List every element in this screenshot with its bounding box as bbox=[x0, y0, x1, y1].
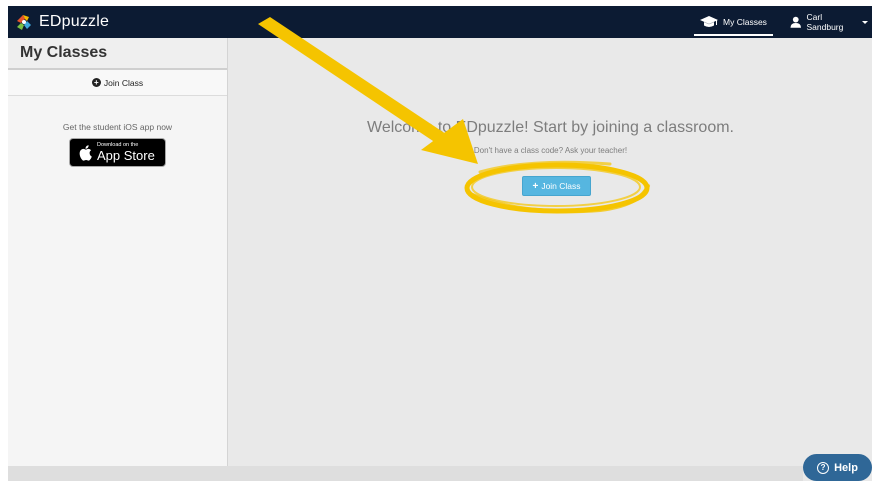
brand-name: EDpuzzle bbox=[39, 13, 110, 30]
puzzle-logo-icon bbox=[17, 15, 31, 30]
app-window: EDpuzzle My Classes Carl Sandburg My Cla… bbox=[8, 6, 872, 481]
main-content: Welcome to EDpuzzle! Start by joining a … bbox=[229, 38, 872, 481]
join-class-button[interactable]: + Join Class bbox=[522, 176, 591, 196]
graduation-cap-icon bbox=[700, 16, 718, 27]
caret-down-icon bbox=[862, 20, 868, 24]
welcome-heading: Welcome to EDpuzzle! Start by joining a … bbox=[367, 119, 734, 136]
brand[interactable]: EDpuzzle bbox=[14, 11, 109, 33]
plus-circle-icon: + bbox=[91, 78, 101, 87]
help-button-label: Help bbox=[834, 461, 858, 474]
join-class-button-label: Join Class bbox=[541, 181, 581, 191]
ios-app-text: Get the student iOS app now bbox=[62, 122, 173, 132]
nav-my-classes-label: My Classes bbox=[723, 17, 767, 27]
bottom-scroll-area bbox=[8, 466, 803, 481]
app-store-text: Download on the App Store bbox=[97, 142, 155, 164]
user-name: Carl Sandburg bbox=[806, 12, 844, 32]
plus-icon: + bbox=[532, 180, 539, 192]
sidebar: My Classes + Join Class Get the student … bbox=[8, 38, 228, 481]
help-button[interactable]: ? Help bbox=[803, 454, 872, 481]
apple-logo-icon bbox=[79, 145, 92, 161]
top-navbar: EDpuzzle My Classes Carl Sandburg bbox=[8, 6, 872, 38]
user-menu[interactable]: Carl Sandburg bbox=[786, 6, 872, 38]
app-store-big-text: App Store bbox=[97, 148, 155, 164]
question-icon: ? bbox=[817, 461, 830, 474]
sidebar-join-class-label: Join Class bbox=[103, 77, 144, 88]
user-icon bbox=[790, 16, 802, 28]
app-store-badge[interactable]: Download on the App Store bbox=[69, 138, 166, 167]
sidebar-join-class-link[interactable]: + Join Class bbox=[8, 70, 227, 96]
active-tab-indicator bbox=[694, 34, 773, 36]
sidebar-title: My Classes bbox=[8, 38, 227, 70]
nav-my-classes[interactable]: My Classes bbox=[694, 6, 773, 38]
class-code-hint: Don't have a class code? Ask your teache… bbox=[473, 146, 628, 155]
